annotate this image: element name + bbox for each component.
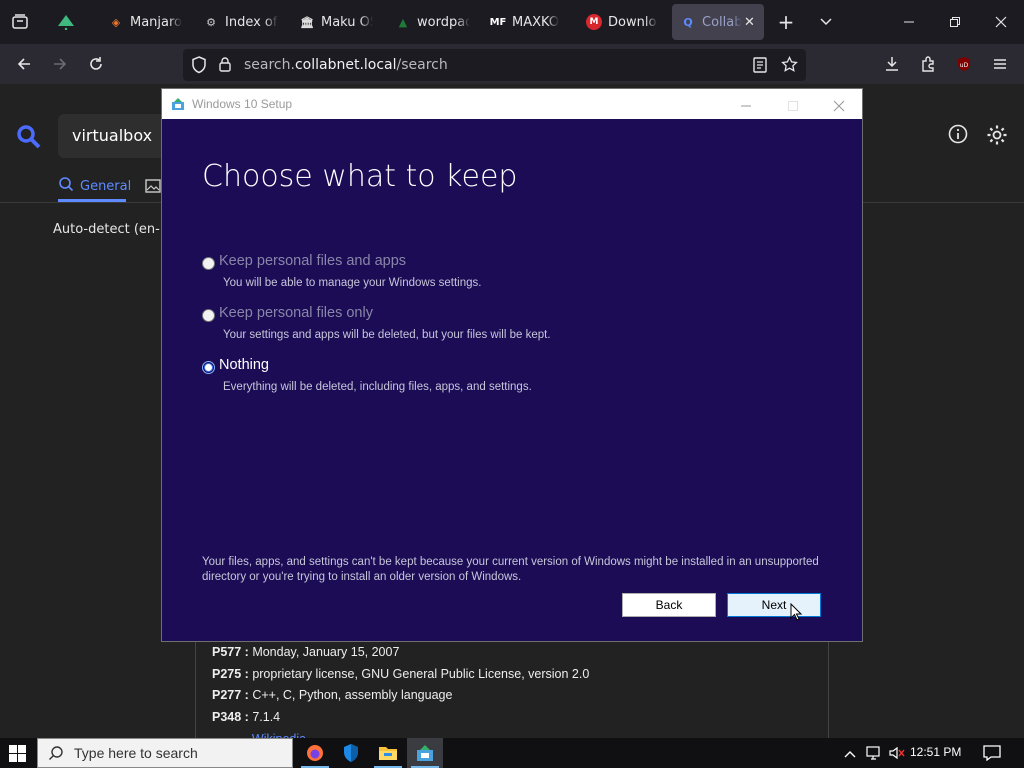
bank-icon: 🏛 — [300, 15, 314, 29]
close-tab-icon[interactable]: ✕ — [744, 15, 755, 30]
svg-text:uD: uD — [960, 62, 969, 69]
tray-chevron-up-icon[interactable] — [843, 746, 857, 765]
search-input[interactable]: virtualbox — [58, 114, 178, 158]
tab-manjaro[interactable]: ◈ Manjaro — [108, 4, 182, 40]
tab-maku[interactable]: 🏛 Maku OS — [299, 4, 373, 40]
option-description: Everything will be deleted, including fi… — [223, 381, 532, 393]
option-description: Your settings and apps will be deleted, … — [223, 329, 551, 341]
tab-overview-icon[interactable] — [4, 6, 36, 38]
dialog-close-button[interactable] — [833, 97, 845, 116]
extensions-icon[interactable] — [912, 48, 944, 80]
search-icon — [48, 745, 64, 761]
language-selector[interactable]: Auto-detect (en-US — [53, 222, 178, 237]
next-button[interactable]: Next — [727, 593, 821, 617]
windows-taskbar: Type here to search 12:51 PM — [0, 738, 1024, 768]
taskbar-firefox[interactable] — [297, 738, 333, 768]
minimize-window-button[interactable] — [886, 0, 932, 44]
dialog-minimize-button[interactable] — [740, 97, 752, 116]
lock-icon[interactable] — [218, 56, 232, 76]
shield-icon[interactable] — [191, 56, 207, 78]
tab-list-chevron-icon[interactable] — [810, 6, 842, 38]
browser-tab-bar: ◈ Manjaro ⚙ Index of / 🏛 Maku OS ▲ wordp… — [0, 0, 1024, 44]
radio-keep-files-and-apps — [202, 257, 215, 270]
shield-icon — [344, 744, 358, 762]
mf-icon: MF — [490, 16, 507, 28]
footnote-text: Your files, apps, and settings can't be … — [202, 556, 819, 583]
volume-muted-icon[interactable] — [888, 745, 906, 765]
option-label[interactable]: Nothing — [219, 357, 269, 373]
option-label: Keep personal files and apps — [219, 253, 407, 269]
info-line: P577 : Monday, January 15, 2007 — [212, 645, 400, 659]
info-line: P275 : proprietary license, GNU General … — [212, 666, 590, 681]
taskbar-setup[interactable] — [407, 738, 443, 768]
url-bar[interactable]: search.collabnet.local/search — [183, 49, 806, 81]
infobox: P577 : Monday, January 15, 2007 P275 : p… — [195, 642, 829, 742]
close-window-button[interactable] — [978, 0, 1024, 44]
tab-index[interactable]: ⚙ Index of / — [203, 4, 278, 40]
new-tab-button[interactable]: + — [770, 6, 802, 38]
tab-wordpad[interactable]: ▲ wordpad — [395, 4, 470, 40]
reader-view-icon[interactable] — [753, 57, 767, 77]
dialog-body: Choose what to keep Keep personal files … — [162, 119, 862, 641]
option-description: You will be able to manage your Windows … — [223, 277, 482, 289]
info-line: P348 : 7.1.4 — [212, 709, 281, 724]
tab-download[interactable]: M Download — [586, 4, 658, 40]
notifications-icon[interactable] — [983, 745, 1001, 765]
taskbar-clock[interactable]: 12:51 PM — [910, 745, 961, 759]
search-logo-icon — [16, 124, 42, 154]
collabnet-icon: Q — [683, 15, 693, 29]
downloads-icon[interactable] — [876, 48, 908, 80]
manjaro-icon: ◈ — [111, 15, 121, 29]
tab-maxko[interactable]: MF MAXKO — [490, 4, 562, 40]
back-button[interactable]: Back — [622, 593, 716, 617]
restore-window-button[interactable] — [932, 0, 978, 44]
taskbar-file-explorer[interactable] — [370, 738, 406, 768]
dialog-title: Windows 10 Setup — [192, 97, 293, 111]
settings-gear-icon[interactable] — [986, 124, 1008, 150]
bookmark-star-icon[interactable] — [781, 55, 798, 77]
info-line: P277 : C++, C, Python, assembly language — [212, 688, 453, 702]
radio-nothing[interactable] — [202, 361, 215, 374]
index-icon: ⚙ — [206, 15, 216, 29]
taskbar-search-box[interactable]: Type here to search — [37, 738, 293, 768]
search-placeholder: Type here to search — [74, 745, 198, 761]
forward-arrow-icon[interactable] — [44, 48, 76, 80]
url-text[interactable]: search.collabnet.local/search — [244, 57, 448, 73]
ublock-icon[interactable]: uD — [948, 48, 980, 80]
option-label: Keep personal files only — [219, 305, 373, 321]
setup-app-icon — [417, 745, 433, 761]
dialog-titlebar: Windows 10 Setup — [162, 89, 862, 119]
tab-pinned-home[interactable] — [50, 4, 82, 40]
back-arrow-icon[interactable] — [8, 48, 40, 80]
wordpad-icon: ▲ — [398, 15, 408, 29]
mouse-cursor-icon — [790, 602, 803, 625]
tab-collab[interactable]: Q Collab ✕ — [672, 4, 764, 40]
radio-keep-files-only — [202, 309, 215, 322]
page-title: Choose what to keep — [202, 159, 518, 194]
home-tab-icon — [58, 15, 74, 30]
firefox-icon — [307, 745, 323, 761]
dialog-maximize-button — [787, 97, 799, 116]
network-icon[interactable] — [865, 745, 883, 765]
images-tab-icon[interactable] — [145, 178, 161, 198]
mega-icon: M — [586, 14, 602, 30]
search-icon — [58, 176, 74, 196]
info-icon[interactable] — [948, 124, 968, 148]
windows-start-icon[interactable] — [9, 745, 26, 766]
setup-app-icon — [171, 96, 185, 115]
menu-hamburger-icon[interactable] — [984, 48, 1016, 80]
folder-icon — [379, 747, 397, 760]
windows-setup-dialog: Windows 10 Setup Choose what to keep Kee… — [161, 88, 863, 642]
reload-icon[interactable] — [80, 48, 112, 80]
taskbar-defender[interactable] — [333, 738, 369, 768]
tab-general[interactable]: General — [58, 176, 131, 196]
